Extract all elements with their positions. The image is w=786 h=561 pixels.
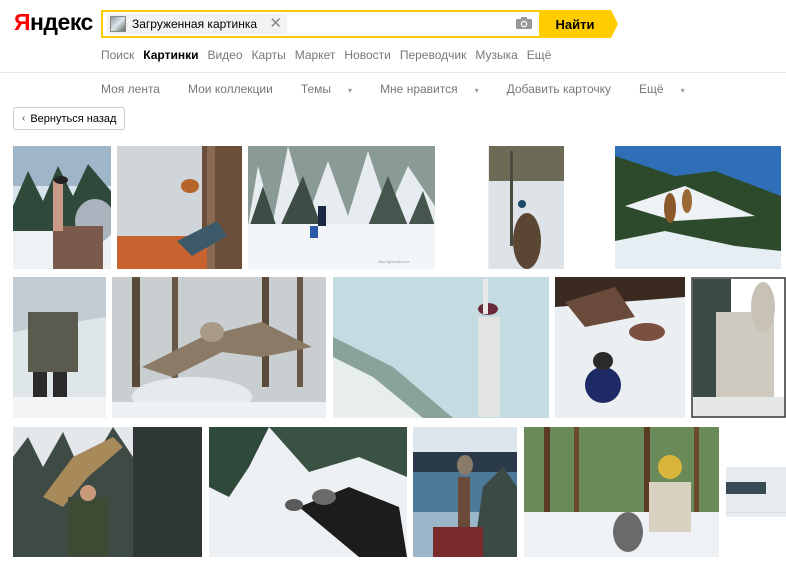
image-result[interactable]: [13, 427, 202, 557]
service-tabs: Поиск Картинки Видео Карты Маркет Новост…: [101, 48, 560, 62]
image-result[interactable]: [333, 277, 549, 418]
tab-news[interactable]: Новости: [344, 48, 390, 62]
image-result[interactable]: [726, 427, 786, 557]
image-result[interactable]: [442, 146, 610, 269]
tab-translator[interactable]: Переводчик: [400, 48, 467, 62]
watermark: http://globalsu.me: [378, 259, 410, 264]
image-result[interactable]: http://globalsu.me: [248, 146, 435, 269]
close-icon[interactable]: ✕: [269, 15, 282, 33]
chevron-down-icon: ▾: [474, 86, 479, 95]
image-result[interactable]: [555, 277, 685, 418]
tab-video[interactable]: Видео: [207, 48, 242, 62]
chevron-down-icon: ▾: [348, 86, 353, 95]
subnav-more[interactable]: Ещё ▾: [639, 82, 699, 96]
search-button[interactable]: Найти: [539, 10, 618, 38]
header-divider: [0, 72, 786, 73]
image-result[interactable]: [209, 427, 407, 557]
image-result[interactable]: [117, 146, 242, 269]
back-button[interactable]: ‹ Вернуться назад: [13, 107, 125, 130]
image-result[interactable]: [691, 277, 786, 418]
chevron-left-icon: ‹: [22, 113, 26, 124]
image-result[interactable]: [112, 277, 326, 418]
image-result[interactable]: [615, 146, 781, 269]
images-subnav: Моя лента Мои коллекции Темы ▾ Мне нравит…: [101, 82, 713, 96]
image-result[interactable]: [13, 277, 106, 418]
tab-maps[interactable]: Карты: [252, 48, 286, 62]
subnav-likes[interactable]: Мне нравится ▾: [380, 82, 493, 96]
uploaded-image-chip[interactable]: Загруженная картинка ✕: [107, 14, 287, 34]
image-result[interactable]: [413, 427, 517, 557]
tab-search[interactable]: Поиск: [101, 48, 134, 62]
image-result[interactable]: [524, 427, 719, 557]
header: Яндекс Загруженная картинка ✕ Найти Поис…: [0, 0, 786, 72]
camera-icon[interactable]: [515, 16, 533, 30]
chip-label: Загруженная картинка: [132, 17, 258, 31]
chevron-down-icon: ▾: [680, 86, 685, 95]
subnav-add-card[interactable]: Добавить карточку: [507, 82, 625, 96]
tab-market[interactable]: Маркет: [295, 48, 336, 62]
subnav-my-collections[interactable]: Мои коллекции: [188, 82, 287, 96]
subnav-my-feed[interactable]: Моя лента: [101, 82, 174, 96]
yandex-logo[interactable]: Яндекс: [14, 9, 93, 36]
subnav-topics[interactable]: Темы ▾: [301, 82, 366, 96]
tab-more[interactable]: Ещё: [527, 48, 552, 62]
uploaded-image-thumbnail: [110, 16, 126, 32]
back-button-label: Вернуться назад: [30, 112, 117, 125]
image-result[interactable]: [13, 146, 111, 269]
tab-images[interactable]: Картинки: [143, 48, 198, 62]
search-box[interactable]: Загруженная картинка ✕: [101, 10, 539, 38]
tab-music[interactable]: Музыка: [475, 48, 517, 62]
